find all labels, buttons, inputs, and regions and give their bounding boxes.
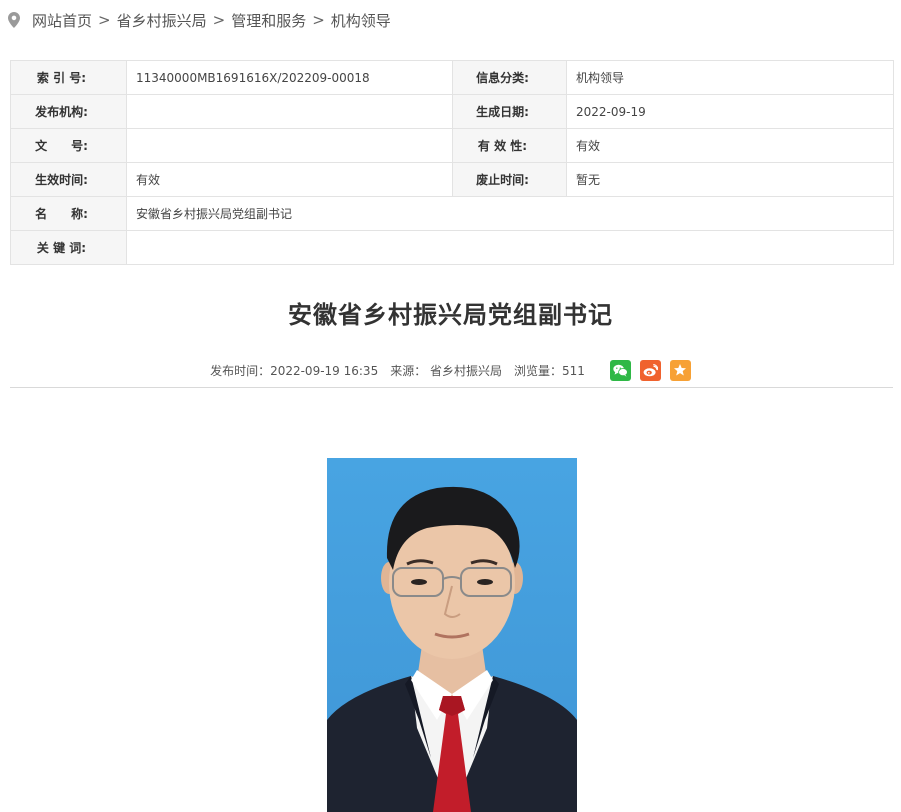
breadcrumb-separator: > [212, 11, 226, 29]
expire-value: 暂无 [566, 162, 894, 197]
name-value: 安徽省乡村振兴局党组副书记 [126, 196, 894, 231]
view-count: 浏览量：511 [514, 363, 585, 378]
date-value: 2022-09-19 [566, 94, 894, 129]
wechat-icon [613, 364, 628, 377]
breadcrumb-bureau[interactable]: 省乡村振兴局 [117, 10, 207, 31]
publisher-label: 发布机构: [10, 94, 127, 129]
breadcrumb-separator: > [312, 11, 325, 29]
validity-label: 有 效 性: [452, 128, 567, 163]
document-metadata-table: 索 引 号: 11340000MB1691616X/202209-00018 信… [10, 60, 894, 265]
category-label: 信息分类: [452, 60, 567, 95]
breadcrumb-separator: > [98, 11, 111, 29]
expire-label: 废止时间: [452, 162, 567, 197]
table-row: 名 称: 安徽省乡村振兴局党组副书记 [10, 196, 894, 231]
favorite-button[interactable] [669, 359, 691, 381]
docno-label: 文 号: [10, 128, 127, 163]
keywords-value [126, 230, 894, 265]
publish-time: 发布时间：2022-09-19 16:35 [210, 363, 379, 378]
keywords-label: 关 键 词: [10, 230, 127, 265]
article-source: 来源： 省乡村振兴局 [390, 363, 503, 378]
index-label: 索 引 号: [10, 60, 127, 95]
weibo-icon [643, 363, 658, 376]
docno-value [126, 128, 453, 163]
share-buttons [601, 359, 691, 381]
favorite-star-icon [674, 364, 687, 376]
effective-label: 生效时间: [10, 162, 127, 197]
table-row: 文 号: 有 效 性: 有效 [10, 128, 894, 163]
share-wechat-button[interactable] [609, 359, 631, 381]
publisher-value [126, 94, 453, 129]
page-title: 安徽省乡村振兴局党组副书记 [288, 301, 613, 329]
breadcrumb-management[interactable]: 管理和服务 [231, 10, 306, 31]
validity-value: 有效 [566, 128, 894, 163]
official-portrait-photo [327, 458, 577, 812]
portrait-illustration [327, 458, 577, 812]
effective-value: 有效 [126, 162, 453, 197]
table-row: 关 键 词: [10, 230, 894, 265]
date-label: 生成日期: [452, 94, 567, 129]
table-row: 索 引 号: 11340000MB1691616X/202209-00018 信… [10, 60, 894, 95]
index-value: 11340000MB1691616X/202209-00018 [126, 60, 453, 95]
share-weibo-button[interactable] [639, 359, 661, 381]
breadcrumb-leaders[interactable]: 机构领导 [331, 10, 391, 31]
name-label: 名 称: [10, 196, 127, 231]
category-value: 机构领导 [566, 60, 894, 95]
breadcrumb-home[interactable]: 网站首页 [32, 10, 92, 31]
table-row: 发布机构: 生成日期: 2022-09-19 [10, 94, 894, 129]
table-row: 生效时间: 有效 废止时间: 暂无 [10, 162, 894, 197]
location-pin-icon [8, 12, 20, 28]
breadcrumb: 网站首页 > 省乡村振兴局 > 管理和服务 > 机构领导 [8, 9, 391, 31]
divider [10, 387, 893, 388]
article-info-line: 发布时间：2022-09-19 16:35 来源： 省乡村振兴局 浏览量：511 [0, 358, 901, 382]
